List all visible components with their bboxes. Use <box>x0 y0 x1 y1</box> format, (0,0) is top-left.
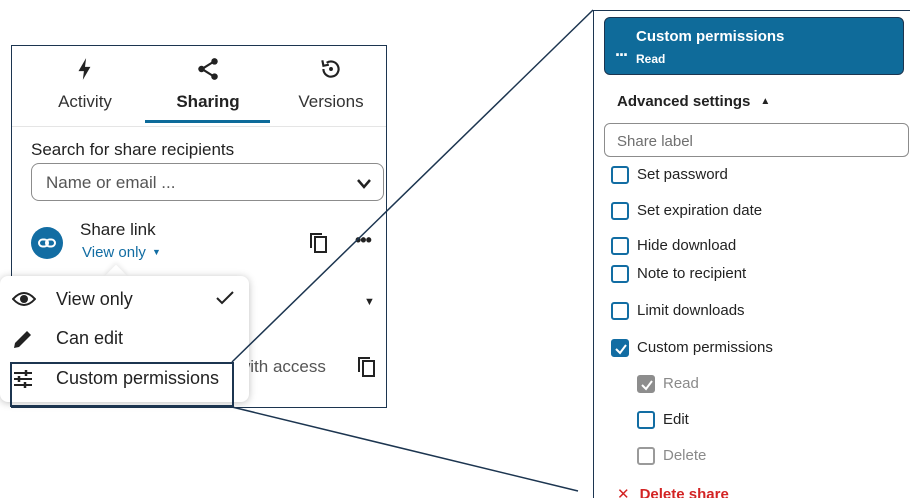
search-label: Search for share recipients <box>31 140 235 159</box>
option-label: Limit downloads <box>637 302 745 319</box>
caret-up-icon: ▲ <box>760 96 771 107</box>
delete-share-label: Delete share <box>639 486 729 498</box>
delete-share-button[interactable]: ✕ Delete share <box>617 485 729 498</box>
eye-icon <box>11 289 37 314</box>
close-icon: ✕ <box>617 486 630 498</box>
share-link-permission-dropdown[interactable]: View only ▼ <box>82 244 161 261</box>
tab-label: Activity <box>58 92 112 111</box>
advanced-settings-label: Advanced settings <box>617 93 751 110</box>
recipient-search-input[interactable] <box>44 170 348 196</box>
checkmark-icon <box>216 291 234 310</box>
pencil-icon <box>12 328 34 355</box>
permission-label: Read <box>663 375 699 392</box>
header-title: Custom permissions <box>636 28 785 45</box>
copy-icon[interactable] <box>309 232 329 259</box>
more-options-icon[interactable]: ••• <box>355 230 372 251</box>
history-icon <box>271 56 386 82</box>
option-label: Set expiration date <box>637 202 763 219</box>
checkbox-checked-disabled <box>637 375 655 393</box>
active-tab-indicator <box>145 120 270 123</box>
tab-label: Versions <box>298 92 364 111</box>
menu-item-can-edit[interactable]: Can edit <box>0 320 249 358</box>
header-subtitle: Read <box>636 52 666 66</box>
custom-permissions-header[interactable]: ... Custom permissions Read <box>604 17 904 75</box>
share-icon <box>148 56 268 82</box>
caret-down-icon: ▼ <box>151 247 161 257</box>
link-icon <box>31 227 63 259</box>
tab-label: Sharing <box>176 92 240 111</box>
checkbox-checked[interactable] <box>611 339 629 357</box>
share-link-title: Share link <box>80 220 156 239</box>
checkbox[interactable] <box>611 237 629 255</box>
share-details-panel: ... Custom permissions Read Advanced set… <box>593 10 910 498</box>
option-label: Set password <box>637 166 728 183</box>
with-access-text: with access <box>238 357 326 376</box>
recipient-search[interactable] <box>31 163 384 201</box>
option-label: Hide download <box>637 237 737 254</box>
menu-item-label: Can edit <box>56 328 124 348</box>
option-label: Note to recipient <box>637 265 747 282</box>
checkbox[interactable] <box>611 265 629 283</box>
tab-versions[interactable]: Versions <box>271 56 386 112</box>
menu-item-label: View only <box>56 289 133 309</box>
permission-label: Delete <box>663 447 707 464</box>
more-options-icon[interactable]: ... <box>615 40 628 61</box>
option-label: Custom permissions <box>637 339 773 356</box>
share-label-field[interactable] <box>604 123 909 157</box>
checkbox[interactable] <box>637 411 655 429</box>
tab-sharing[interactable]: Sharing <box>148 56 268 112</box>
checkbox[interactable] <box>611 302 629 320</box>
highlight-custom-permissions <box>10 362 234 407</box>
tab-activity[interactable]: Activity <box>25 56 145 112</box>
sidebar-tabs: Activity Sharing Versions <box>12 46 386 127</box>
menu-item-view-only[interactable]: View only <box>0 281 249 319</box>
permission-label: Edit <box>663 411 689 428</box>
share-link-permission: View only <box>82 244 146 261</box>
checkbox[interactable] <box>611 166 629 184</box>
checkbox[interactable] <box>611 202 629 220</box>
advanced-settings-toggle[interactable]: Advanced settings ▲ <box>617 93 770 110</box>
checkbox-disabled <box>637 447 655 465</box>
copy-icon[interactable] <box>357 356 377 383</box>
lightning-icon <box>25 56 145 82</box>
caret-down-icon[interactable]: ▼ <box>364 296 375 308</box>
chevron-down-icon[interactable] <box>357 176 371 194</box>
share-label-input[interactable] <box>615 130 879 152</box>
